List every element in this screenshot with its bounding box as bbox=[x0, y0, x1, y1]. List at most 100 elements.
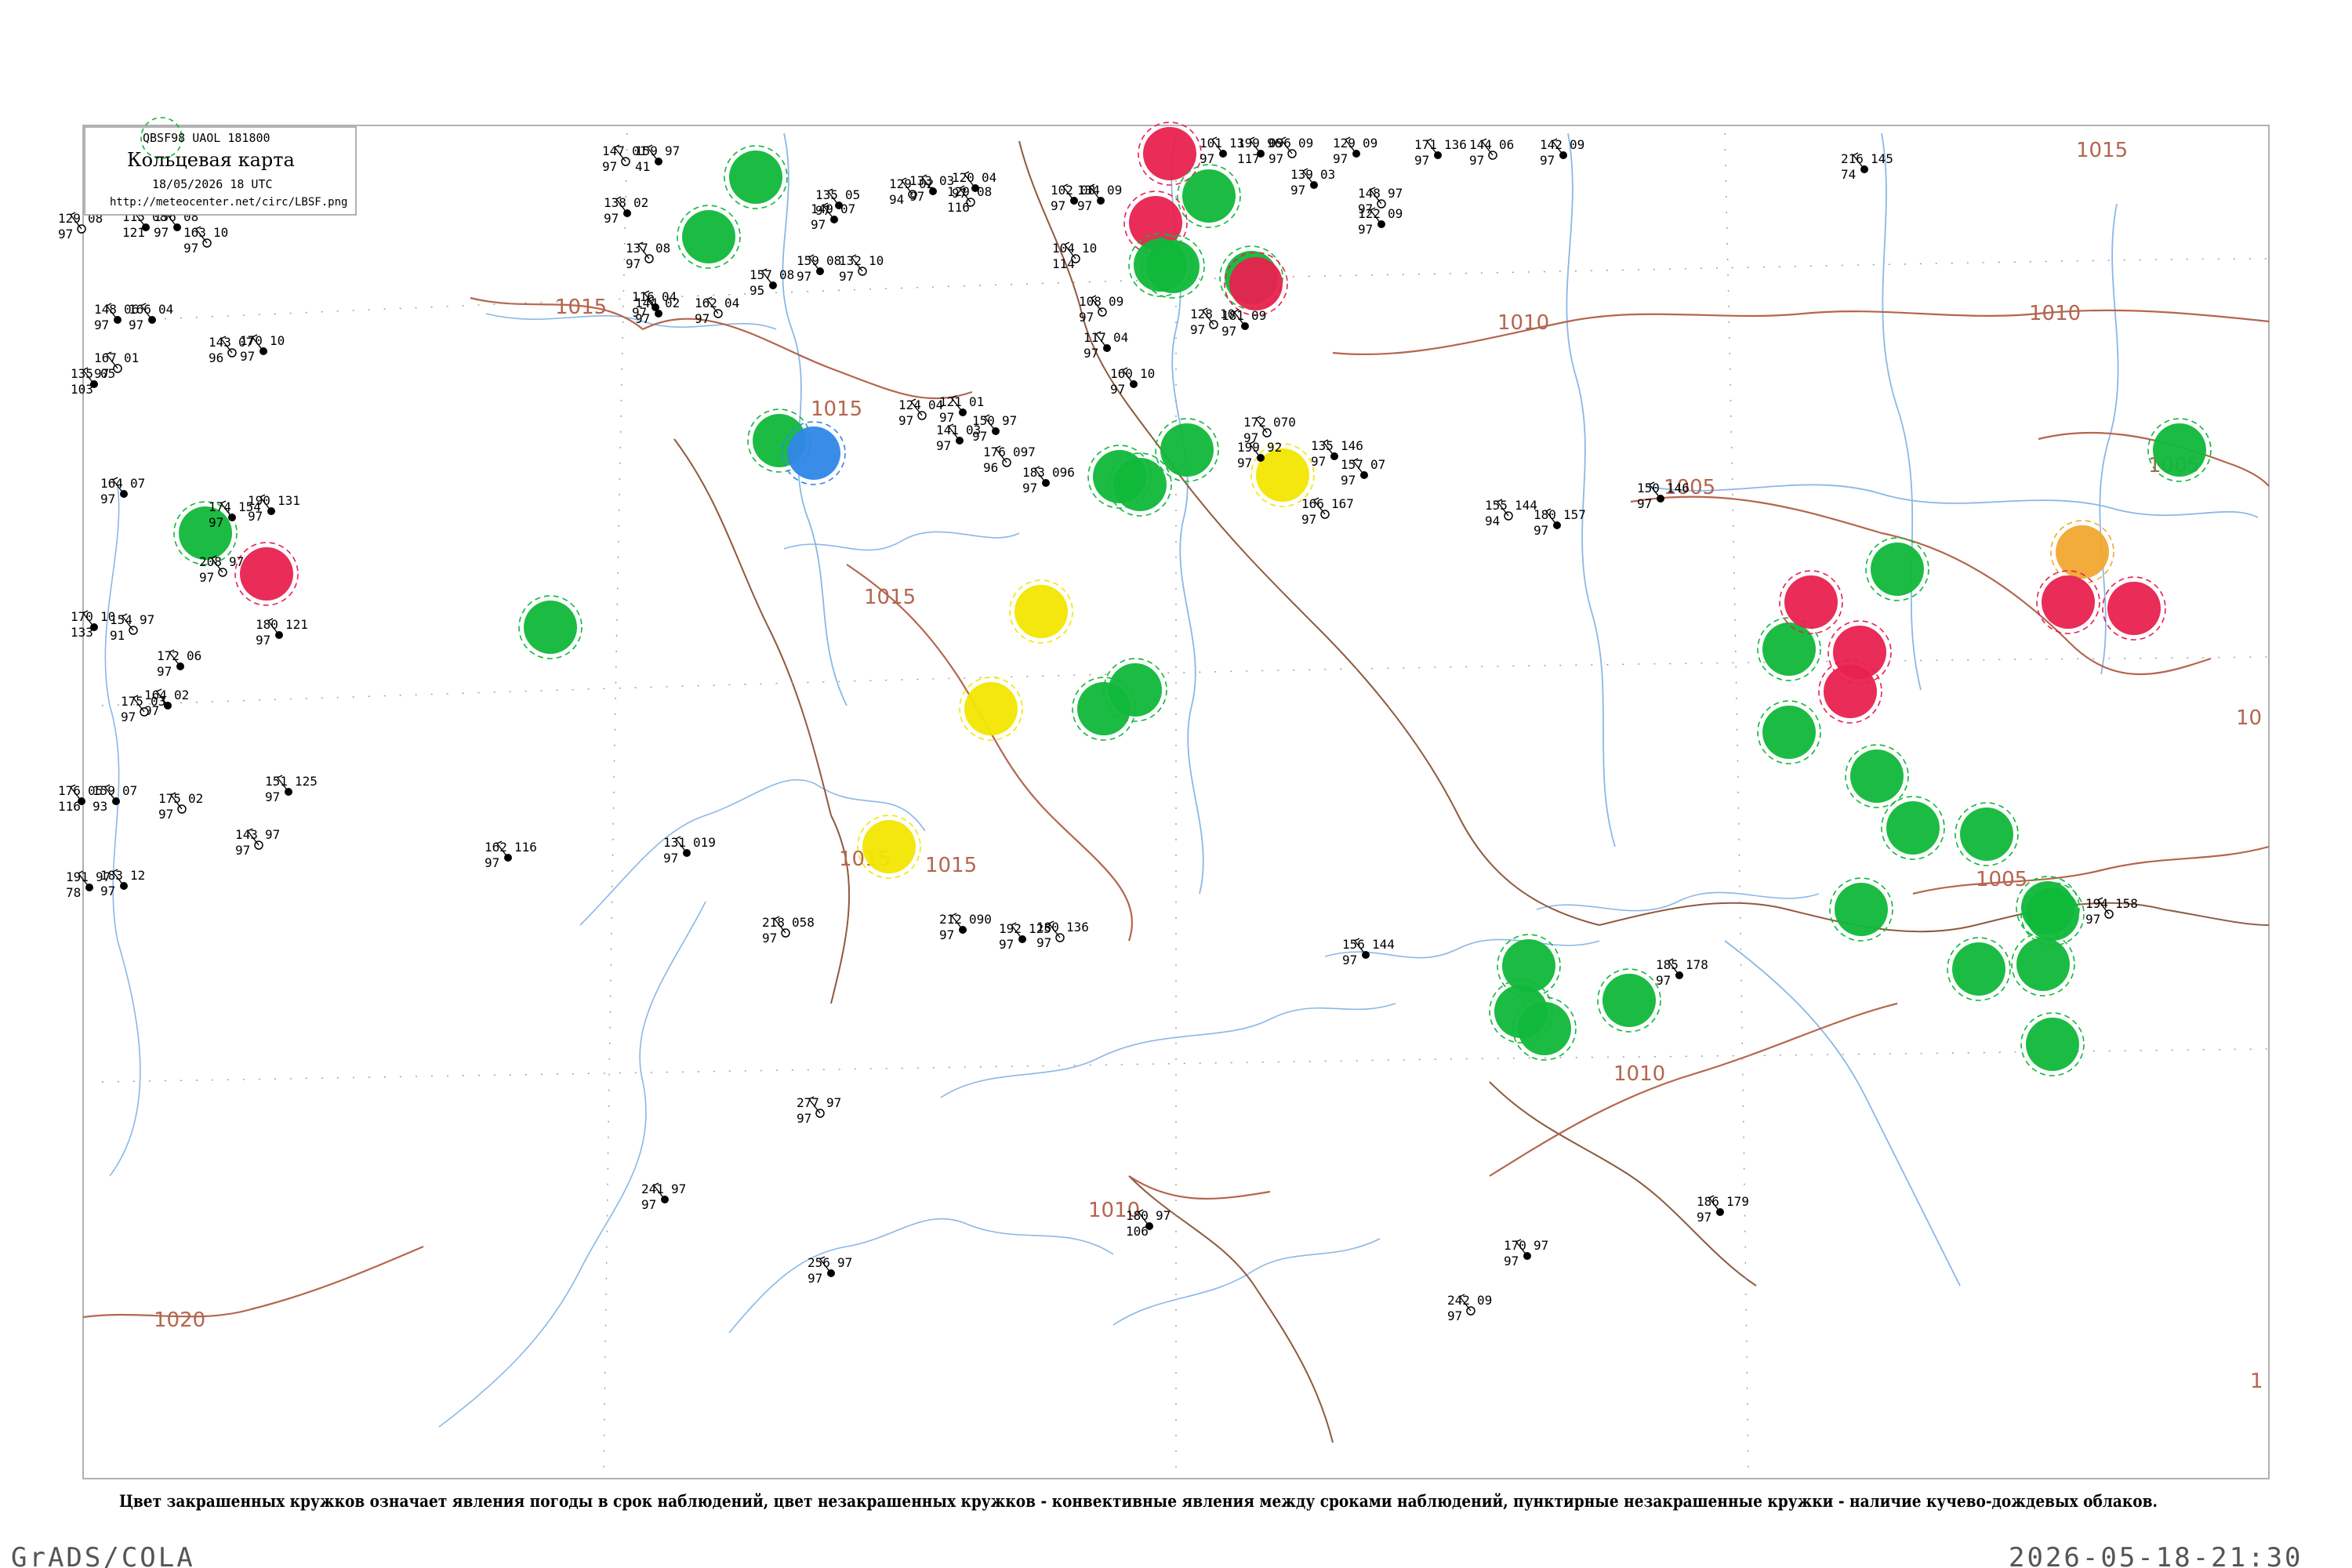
station-pressure: 97 bbox=[1534, 1238, 1548, 1253]
station-visibility: 116 bbox=[947, 200, 970, 215]
station-visibility: 97 bbox=[265, 789, 280, 804]
weather-phenomenon-circle-haze bbox=[964, 682, 1018, 735]
station-temp: 135 bbox=[815, 187, 838, 202]
station-visibility: 121 bbox=[122, 225, 145, 240]
station-pressure: 04 bbox=[662, 289, 677, 304]
station-temp: 129 bbox=[1333, 136, 1356, 151]
station-temp: 170 bbox=[71, 609, 93, 624]
station-temp: 101 bbox=[1200, 136, 1222, 151]
station-temp: 176 bbox=[983, 445, 1006, 459]
station-temp: 120 bbox=[952, 170, 975, 185]
station-pressure: 97 bbox=[665, 143, 680, 158]
station-temp: 124 bbox=[898, 397, 921, 412]
station-pressure: 157 bbox=[1563, 507, 1586, 522]
station-pressure: 136 bbox=[1444, 137, 1467, 152]
station-pressure: 144 bbox=[1372, 937, 1395, 952]
weather-phenomenon-circle-rain bbox=[1182, 169, 1236, 223]
station-temp: 180 bbox=[1534, 507, 1556, 522]
station-pressure: 116 bbox=[514, 840, 537, 855]
station-pressure: 07 bbox=[1370, 457, 1385, 472]
station-visibility: 97 bbox=[1083, 346, 1098, 361]
station-pressure: 145 bbox=[1871, 151, 1893, 166]
station-pressure: 146 bbox=[1667, 481, 1690, 495]
station-temp: 191 bbox=[66, 869, 89, 884]
station-visibility: 97 bbox=[999, 937, 1014, 952]
timestamp-label: 2026-05-18-21:30 bbox=[2009, 1542, 2303, 1568]
weather-phenomenon-circle-rain bbox=[524, 601, 577, 654]
station-temp: 159 bbox=[93, 783, 115, 798]
legend-url: http://meteocenter.net/circ/LBSF.png bbox=[110, 196, 347, 209]
station-temp: 108 bbox=[1079, 294, 1102, 309]
station-visibility: 97 bbox=[602, 159, 617, 174]
station-visibility: 97 bbox=[641, 1197, 656, 1212]
station-temp: 137 bbox=[626, 241, 648, 256]
map-legend: QBSF98 UAOL 181800 Кольцевая карта 18/05… bbox=[84, 117, 357, 216]
station-visibility: 94 bbox=[889, 192, 904, 207]
station-temp: 148 bbox=[1358, 186, 1381, 201]
station-pressure: 10 bbox=[213, 225, 228, 240]
station-visibility: 97 bbox=[248, 509, 263, 524]
weather-phenomenon-circle-rain bbox=[2026, 887, 2079, 941]
station-pressure: 03 bbox=[1320, 167, 1335, 182]
station-temp: 218 bbox=[762, 915, 785, 930]
station-temp: 180 bbox=[1126, 1208, 1149, 1223]
station-visibility: 74 bbox=[1841, 167, 1856, 182]
station-visibility: 97 bbox=[1269, 151, 1283, 166]
station-pressure: 09 bbox=[1363, 136, 1377, 151]
station-visibility: 97 bbox=[1311, 454, 1326, 469]
station-pressure: 08 bbox=[779, 267, 794, 282]
weather-phenomenon-circle-rain bbox=[1850, 750, 1904, 803]
weather-phenomenon-circle-thunder bbox=[240, 547, 293, 601]
station-temp: 157 bbox=[750, 267, 772, 282]
station-temp: 186 bbox=[1697, 1194, 1719, 1209]
station-temp: 117 bbox=[1083, 330, 1106, 345]
station-pressure: 04 bbox=[158, 302, 173, 317]
station-visibility: 116 bbox=[58, 799, 81, 814]
station-visibility: 97 bbox=[1469, 153, 1484, 168]
station-temp: 157 bbox=[1341, 457, 1363, 472]
station-visibility: 97 bbox=[1200, 151, 1214, 166]
station-pressure: 125 bbox=[295, 774, 318, 789]
station-pressure: 01 bbox=[124, 350, 139, 365]
station-visibility: 97 bbox=[1221, 324, 1236, 339]
station-temp: 143 bbox=[235, 827, 258, 842]
station-visibility: 97 bbox=[1358, 222, 1373, 237]
station-pressure: 06 bbox=[187, 648, 201, 663]
station-visibility: 97 bbox=[1036, 935, 1051, 950]
weather-phenomenon-circle-rain bbox=[2153, 423, 2206, 477]
station-visibility: 96 bbox=[209, 350, 223, 365]
station-temp: 172 bbox=[1243, 415, 1266, 430]
station-visibility: 97 bbox=[762, 931, 777, 946]
station-pressure: 92 bbox=[1267, 440, 1282, 455]
station-pressure: 97 bbox=[1388, 186, 1403, 201]
weather-phenomenon-circle-rain bbox=[682, 210, 735, 263]
station-visibility: 97 bbox=[936, 438, 951, 453]
station-temp: 129 bbox=[889, 176, 912, 191]
station-temp: 176 bbox=[58, 783, 81, 798]
station-pressure: 08 bbox=[977, 184, 992, 199]
weather-phenomenon-circle-thunder bbox=[1824, 665, 1877, 718]
station-temp: 159 bbox=[635, 143, 658, 158]
station-temp: 132 bbox=[839, 253, 862, 268]
isobar-label: 1010 bbox=[2029, 302, 2081, 325]
station-pressure: 09 bbox=[1570, 137, 1584, 152]
station-visibility: 97 bbox=[1341, 473, 1356, 488]
station-temp: 159 bbox=[797, 253, 819, 268]
station-visibility: 97 bbox=[1051, 198, 1065, 213]
isobar-label: 1015 bbox=[925, 854, 977, 877]
station-pressure: 97 bbox=[1002, 413, 1017, 428]
station-temp: 216 bbox=[1841, 151, 1864, 166]
station-temp: 138 bbox=[604, 195, 626, 210]
station-pressure: 097 bbox=[1013, 445, 1036, 459]
station-temp: 163 bbox=[183, 225, 206, 240]
station-visibility: 97 bbox=[1697, 1210, 1711, 1225]
station-visibility: 97 bbox=[199, 570, 214, 585]
station-visibility: 97 bbox=[1447, 1308, 1462, 1323]
station-pressure: 146 bbox=[1341, 438, 1363, 453]
station-temp: 160 bbox=[1110, 366, 1133, 381]
station-visibility: 97 bbox=[1540, 153, 1555, 168]
weather-phenomenon-circle-rain bbox=[1518, 1002, 1571, 1055]
station-temp: 151 bbox=[265, 774, 288, 789]
station-temp: 192 bbox=[999, 921, 1022, 936]
isobar-label: 1 bbox=[2250, 1370, 2263, 1393]
